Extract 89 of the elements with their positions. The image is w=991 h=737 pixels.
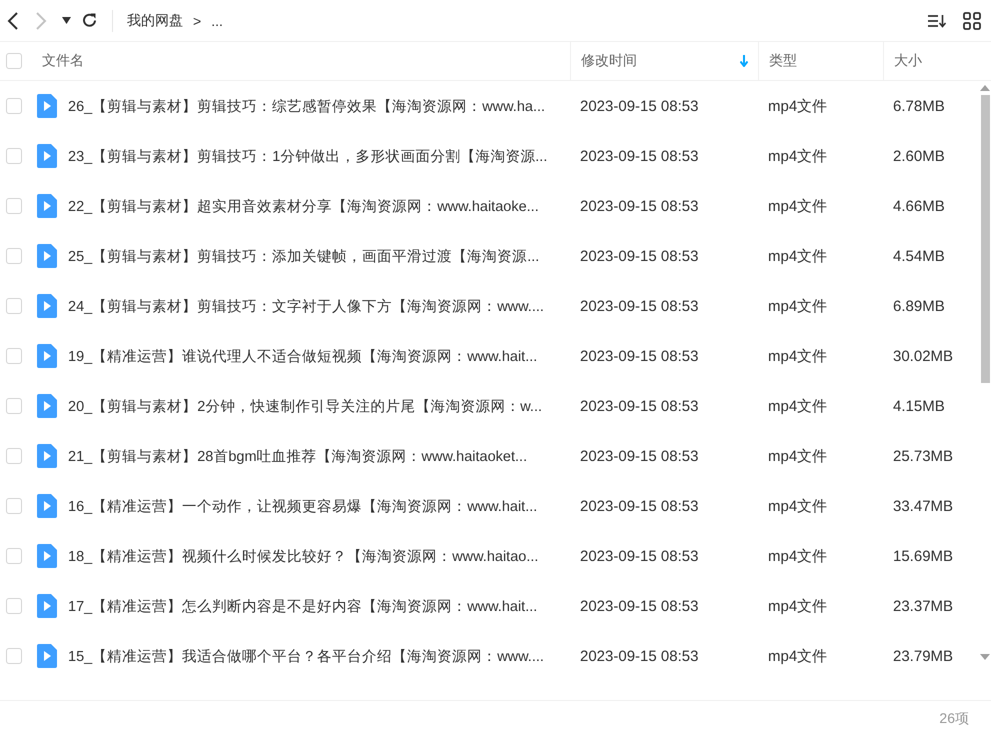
row-checkbox[interactable] (6, 648, 22, 664)
video-file-icon (37, 294, 57, 318)
modified-time: 2023-09-15 08:53 (579, 98, 700, 114)
file-size: 15.69MB (892, 548, 954, 564)
column-header[interactable]: 类型 (758, 42, 883, 80)
modified-time: 2023-09-15 08:53 (579, 148, 700, 164)
file-type: mp4文件 (767, 496, 828, 516)
file-name[interactable]: 24_【剪辑与素材】剪辑技巧：文字衬于人像下方【海淘资源网：www.... (68, 296, 570, 316)
select-all-checkbox[interactable] (6, 53, 22, 69)
modified-time: 2023-09-15 08:53 (579, 248, 700, 264)
file-size: 33.47MB (892, 498, 954, 514)
sort-icon[interactable] (927, 12, 947, 28)
file-type: mp4文件 (767, 596, 828, 616)
file-type: mp4文件 (767, 346, 828, 366)
file-size: 6.89MB (892, 298, 946, 314)
row-checkbox[interactable] (6, 98, 22, 114)
file-type: mp4文件 (767, 446, 828, 466)
back-button[interactable] (6, 10, 20, 30)
file-type: mp4文件 (767, 296, 828, 316)
modified-time: 2023-09-15 08:53 (579, 398, 700, 414)
file-type: mp4文件 (767, 646, 828, 666)
row-checkbox[interactable] (6, 298, 22, 314)
modified-time: 2023-09-15 08:53 (579, 648, 700, 664)
row-checkbox[interactable] (6, 548, 22, 564)
scroll-up-arrow-icon[interactable] (980, 85, 990, 91)
scroll-down-arrow-icon[interactable] (980, 654, 990, 660)
video-file-icon (37, 644, 57, 668)
row-checkbox[interactable] (6, 398, 22, 414)
row-checkbox[interactable] (6, 248, 22, 264)
video-file-icon (37, 544, 57, 568)
video-file-icon (37, 94, 57, 118)
file-name[interactable]: 18_【精准运营】视频什么时候发比较好？【海淘资源网：www.haitao... (68, 546, 570, 566)
file-size: 2.60MB (892, 148, 946, 164)
video-file-icon (37, 444, 57, 468)
file-type: mp4文件 (767, 396, 828, 416)
file-size: 23.79MB (892, 648, 954, 664)
row-checkbox[interactable] (6, 198, 22, 214)
column-header[interactable]: 文件名 (32, 42, 570, 80)
video-file-icon (37, 144, 57, 168)
file-type: mp4文件 (767, 96, 828, 116)
modified-time: 2023-09-15 08:53 (579, 348, 700, 364)
file-name[interactable]: 16_【精准运营】一个动作，让视频更容易爆【海淘资源网：www.hait... (68, 496, 570, 516)
file-size: 4.66MB (892, 198, 946, 214)
file-type: mp4文件 (767, 146, 828, 166)
file-name[interactable]: 17_【精准运营】怎么判断内容是不是好内容【海淘资源网：www.hait... (68, 596, 570, 616)
row-checkbox[interactable] (6, 348, 22, 364)
video-file-icon (37, 394, 57, 418)
column-header[interactable]: 大小 (883, 42, 975, 80)
file-name[interactable]: 21_【剪辑与素材】28首bgm吐血推荐【海淘资源网：www.haitaoket... (68, 446, 570, 466)
file-size: 30.02MB (892, 348, 954, 364)
grid-view-icon[interactable] (963, 12, 981, 30)
file-name[interactable]: 22_【剪辑与素材】超实用音效素材分享【海淘资源网：www.haitaoke... (68, 196, 570, 216)
file-size: 6.78MB (892, 98, 946, 114)
video-file-icon (37, 244, 57, 268)
video-file-icon (37, 494, 57, 518)
row-checkbox[interactable] (6, 498, 22, 514)
history-dropdown-button[interactable] (62, 17, 71, 24)
file-name[interactable]: 26_【剪辑与素材】剪辑技巧：综艺感暂停效果【海淘资源网：www.ha... (68, 96, 570, 116)
sort-descending-icon (740, 55, 748, 67)
video-file-icon (37, 594, 57, 618)
row-checkbox[interactable] (6, 448, 22, 464)
file-name[interactable]: 25_【剪辑与素材】剪辑技巧：添加关键帧，画面平滑过渡【海淘资源... (68, 246, 570, 266)
video-file-icon (37, 344, 57, 368)
row-checkbox[interactable] (6, 148, 22, 164)
video-file-icon (37, 194, 57, 218)
modified-time: 2023-09-15 08:53 (579, 598, 700, 614)
file-size: 4.15MB (892, 398, 946, 414)
breadcrumb-item[interactable]: ... (211, 12, 223, 28)
file-size: 23.37MB (892, 598, 954, 614)
file-type: mp4文件 (767, 546, 828, 566)
refresh-button[interactable] (81, 12, 98, 29)
file-name[interactable]: 23_【剪辑与素材】剪辑技巧：1分钟做出，多形状画面分割【海淘资源... (68, 146, 570, 166)
modified-time: 2023-09-15 08:53 (579, 548, 700, 564)
file-name[interactable]: 15_【精准运营】我适合做哪个平台？各平台介绍【海淘资源网：www.... (68, 646, 570, 666)
file-size: 25.73MB (892, 448, 954, 464)
item-count: 26项 (939, 710, 969, 728)
file-type: mp4文件 (767, 246, 828, 266)
row-checkbox[interactable] (6, 598, 22, 614)
breadcrumb-item[interactable]: 我的网盘 (127, 12, 183, 30)
file-type: mp4文件 (767, 196, 828, 216)
modified-time: 2023-09-15 08:53 (579, 448, 700, 464)
file-size: 4.54MB (892, 248, 946, 264)
file-name[interactable]: 19_【精准运营】谁说代理人不适合做短视频【海淘资源网：www.hait... (68, 346, 570, 366)
breadcrumb-separator: > (193, 12, 202, 28)
modified-time: 2023-09-15 08:53 (579, 298, 700, 314)
column-header[interactable]: 修改时间 (570, 42, 758, 80)
modified-time: 2023-09-15 08:53 (579, 198, 700, 214)
modified-time: 2023-09-15 08:53 (579, 498, 700, 514)
file-name[interactable]: 20_【剪辑与素材】2分钟，快速制作引导关注的片尾【海淘资源网：w... (68, 396, 570, 416)
